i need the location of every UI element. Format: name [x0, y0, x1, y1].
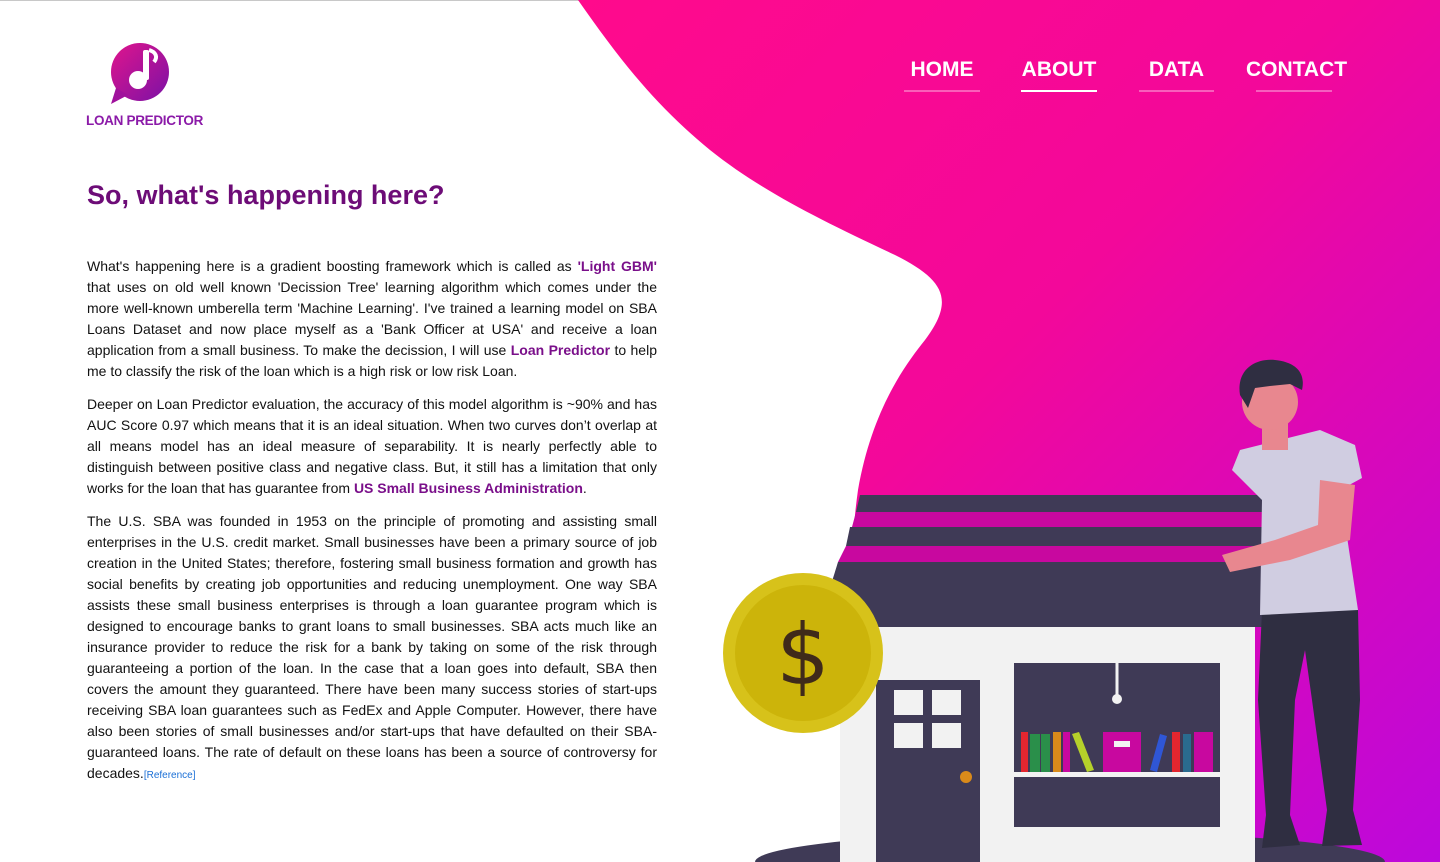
- dollar-icon: $: [776, 606, 829, 704]
- awning-stripe-4: [838, 546, 1276, 562]
- door-window-3: [894, 723, 923, 748]
- person-shoe-left: [1262, 815, 1300, 848]
- door: [876, 680, 980, 862]
- awning-stripe-1: [856, 495, 1264, 512]
- awning-roof: [818, 562, 1297, 627]
- door-knob: [960, 771, 972, 783]
- shelf: [1014, 772, 1220, 777]
- lamp: [1112, 694, 1122, 704]
- door-window-1: [894, 690, 923, 715]
- door-window-4: [932, 723, 961, 748]
- door-window-2: [932, 690, 961, 715]
- awning-stripe-3: [846, 527, 1272, 546]
- person-legs: [1258, 610, 1360, 815]
- awning-stripe-2: [852, 512, 1266, 527]
- person-shoe-right: [1322, 810, 1362, 846]
- shop-illustration: $: [723, 359, 1385, 862]
